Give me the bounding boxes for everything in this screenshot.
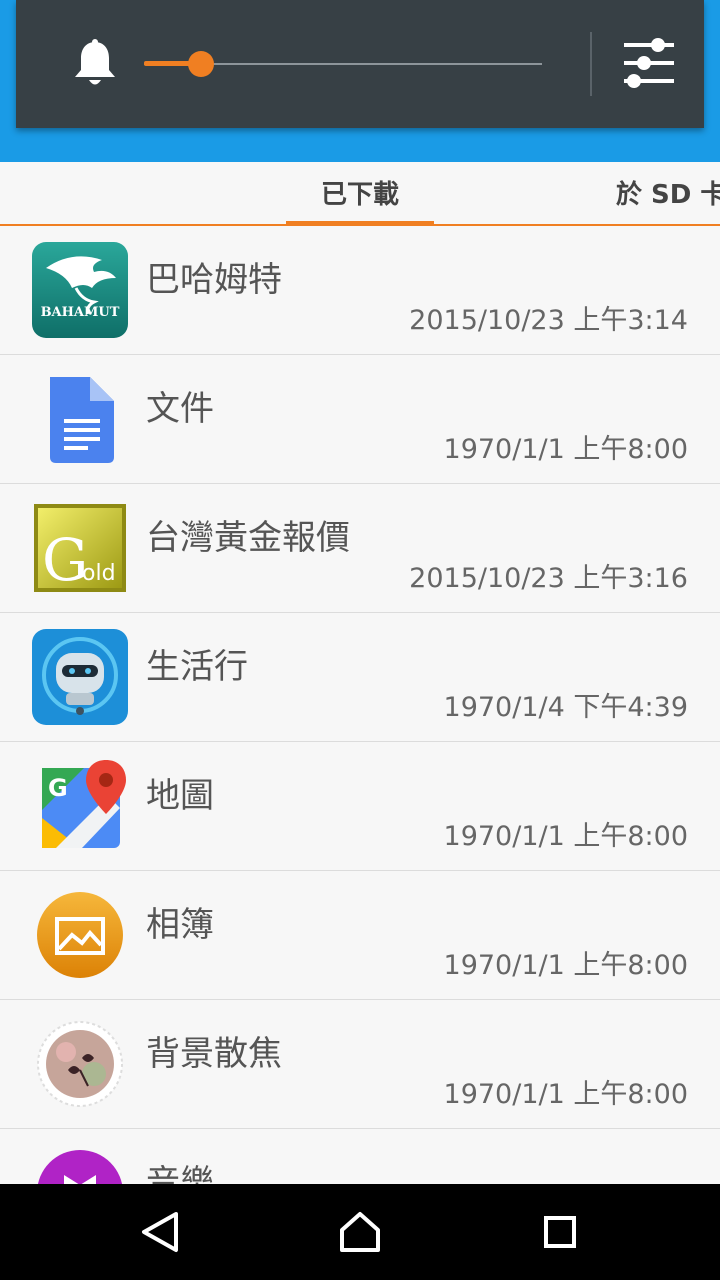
maps-icon: G	[42, 760, 126, 848]
app-name: 背景散焦	[146, 1034, 282, 1074]
volume-slider-handle[interactable]	[188, 51, 214, 77]
list-item[interactable]: 生活行 1970/1/4 下午4:39	[0, 613, 720, 742]
sliders-settings-icon[interactable]	[618, 36, 678, 94]
tab-sd-card[interactable]: 於 SD 卡	[616, 162, 720, 224]
app-name: 生活行	[146, 647, 248, 687]
list-item[interactable]: 相簿 1970/1/1 上午8:00	[0, 871, 720, 1000]
svg-text:BAHAMUT: BAHAMUT	[41, 305, 120, 320]
gold-icon: G old	[34, 504, 126, 594]
list-item[interactable]: 文件 1970/1/1 上午8:00	[0, 355, 720, 484]
tab-bar: 已下載 於 SD 卡	[0, 162, 720, 226]
app-name: 台灣黃金報價	[146, 518, 350, 558]
robot-icon	[32, 629, 128, 725]
app-date: 1970/1/1 上午8:00	[443, 1079, 688, 1110]
list-item[interactable]: BAHAMUT 巴哈姆特 2015/10/23 上午3:14	[0, 226, 720, 355]
app-date: 1970/1/1 上午8:00	[443, 434, 688, 465]
svg-text:old: old	[82, 561, 116, 586]
app-name: 地圖	[146, 776, 214, 816]
album-icon	[37, 892, 123, 978]
panel-divider	[590, 32, 592, 96]
recents-icon[interactable]	[532, 1204, 588, 1260]
list-item[interactable]: G 地圖 1970/1/1 上午8:00	[0, 742, 720, 871]
back-icon[interactable]	[132, 1204, 188, 1260]
app-name: 巴哈姆特	[146, 260, 282, 300]
app-name: 相簿	[146, 905, 214, 945]
app-date: 2015/10/23 上午3:16	[409, 563, 688, 594]
app-date: 1970/1/1 上午8:00	[443, 950, 688, 981]
navigation-bar	[0, 1184, 720, 1280]
app-date: 2015/10/23 上午3:14	[409, 305, 688, 336]
app-name: 音樂	[146, 1163, 214, 1184]
svg-text:G: G	[48, 774, 68, 802]
home-icon[interactable]	[332, 1204, 388, 1260]
app-date: 1970/1/4 下午4:39	[443, 692, 688, 723]
app-date: 1970/1/1 上午8:00	[443, 821, 688, 852]
app-list: BAHAMUT 巴哈姆特 2015/10/23 上午3:14 文件 1970/1…	[0, 226, 720, 1184]
bell-icon[interactable]	[72, 38, 118, 90]
list-item[interactable]: 音樂	[0, 1129, 720, 1184]
background-defocus-icon	[37, 1021, 123, 1107]
docs-icon	[50, 377, 114, 463]
tab-downloaded[interactable]: 已下載	[286, 162, 434, 226]
list-item[interactable]: 背景散焦 1970/1/1 上午8:00	[0, 1000, 720, 1129]
app-name: 文件	[146, 389, 214, 429]
music-icon	[37, 1150, 123, 1184]
bahamut-icon: BAHAMUT	[32, 242, 128, 338]
list-item[interactable]: G old 台灣黃金報價 2015/10/23 上午3:16	[0, 484, 720, 613]
